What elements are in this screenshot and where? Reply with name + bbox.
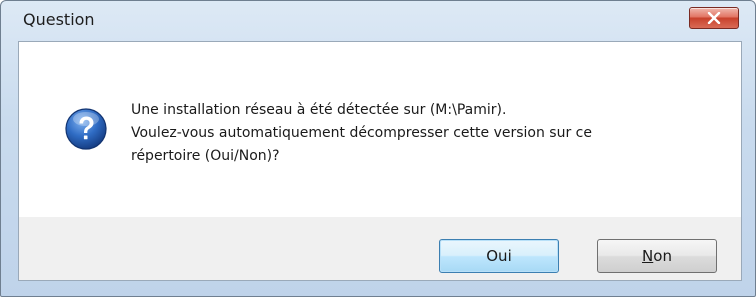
dialog-window: Question Une installation réseau à été d…	[0, 0, 756, 297]
question-icon	[65, 108, 107, 150]
window-title: Question	[23, 10, 95, 29]
message-area: Une installation réseau à été détectée s…	[19, 42, 741, 217]
close-button[interactable]	[689, 7, 739, 29]
no-button[interactable]: Non	[597, 239, 717, 273]
message-line-1: Une installation réseau à été détectée s…	[131, 102, 507, 118]
close-icon	[707, 12, 721, 24]
message-line-3: répertoire (Oui/Non)?	[131, 148, 280, 164]
title-bar[interactable]: Question	[1, 1, 755, 39]
message-line-2: Voulez-vous automatiquement décompresser…	[131, 125, 592, 141]
yes-button[interactable]: Oui	[439, 239, 559, 273]
dialog-body: Une installation réseau à été détectée s…	[18, 41, 742, 281]
